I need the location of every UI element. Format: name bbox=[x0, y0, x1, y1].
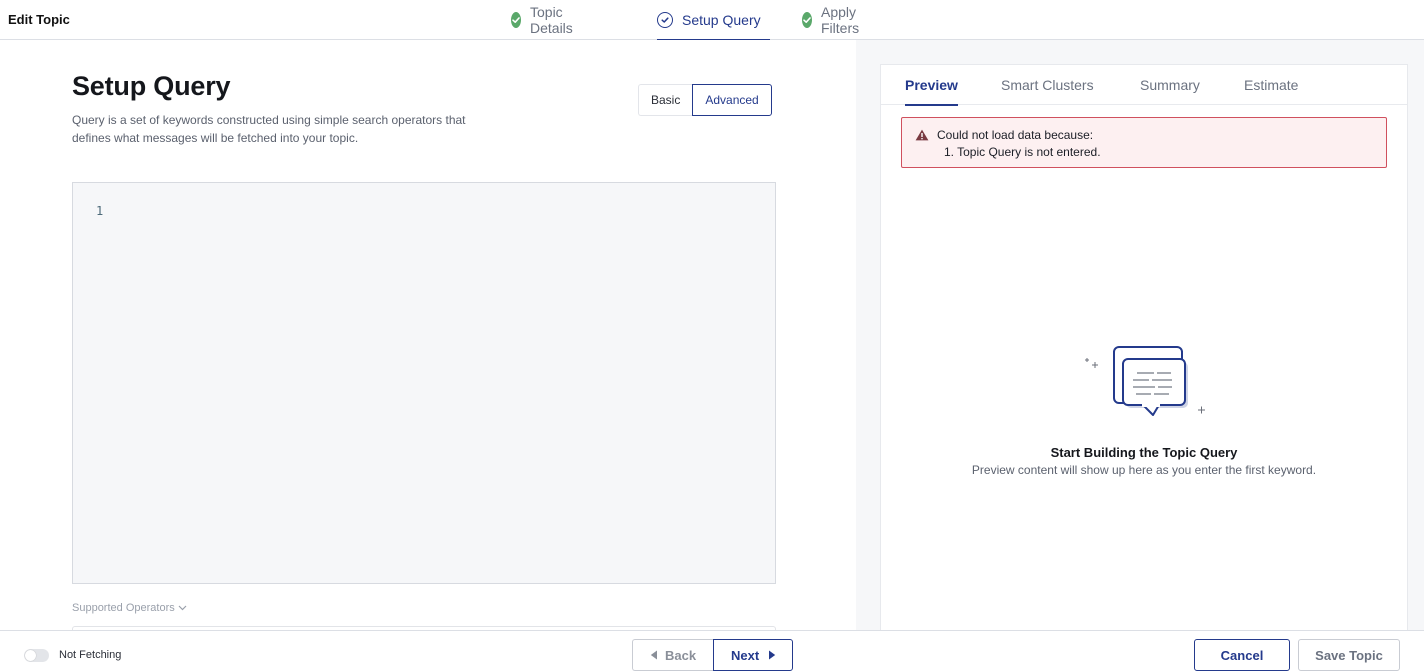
toggle-knob bbox=[25, 650, 36, 661]
basic-mode-button[interactable]: Basic bbox=[638, 84, 693, 116]
error-item: 1. Topic Query is not entered. bbox=[944, 145, 1101, 159]
query-mode-toggle: Basic Advanced bbox=[638, 84, 772, 116]
next-label: Next bbox=[731, 647, 760, 663]
chevron-down-icon bbox=[178, 605, 187, 611]
tab-label: Summary bbox=[1140, 77, 1200, 93]
tab-estimate[interactable]: Estimate bbox=[1244, 65, 1298, 105]
step-label: Apply Filters bbox=[821, 4, 860, 36]
tab-label: Preview bbox=[905, 77, 958, 93]
step-label: Topic Details bbox=[530, 4, 573, 36]
advanced-mode-button[interactable]: Advanced bbox=[692, 84, 772, 116]
wizard-navigation: Back Next bbox=[632, 639, 793, 671]
fetching-toggle[interactable] bbox=[24, 649, 49, 662]
step-topic-details[interactable]: Topic Details bbox=[511, 0, 579, 40]
query-editor[interactable]: 1 bbox=[72, 182, 776, 584]
tab-preview[interactable]: Preview bbox=[905, 65, 958, 106]
error-title: Could not load data because: bbox=[937, 128, 1094, 142]
chat-bubbles-illustration bbox=[1085, 346, 1205, 416]
save-topic-button[interactable]: Save Topic bbox=[1298, 639, 1400, 671]
page-title: Setup Query bbox=[72, 71, 231, 101]
check-circle-outline-icon bbox=[657, 12, 673, 28]
query-panel: Setup Query Query is a set of keywords c… bbox=[0, 40, 856, 636]
footer-bar: Not Fetching Back Next Cancel Save Topic bbox=[0, 630, 1424, 671]
back-label: Back bbox=[665, 647, 697, 663]
error-alert: Could not load data because: 1. Topic Qu… bbox=[901, 117, 1387, 168]
top-bar: Edit Topic Topic Details Setup Query App… bbox=[0, 0, 1424, 41]
page-heading: Edit Topic bbox=[8, 12, 70, 27]
next-button[interactable]: Next bbox=[713, 639, 793, 671]
supported-operators-toggle[interactable]: Supported Operators bbox=[72, 602, 187, 614]
caret-right-icon bbox=[769, 650, 776, 660]
empty-state-title: Start Building the Topic Query bbox=[1050, 445, 1238, 460]
warning-triangle-icon bbox=[915, 129, 929, 141]
active-tab-indicator bbox=[905, 104, 958, 106]
tab-label: Smart Clusters bbox=[1001, 77, 1094, 93]
step-setup-query[interactable]: Setup Query bbox=[657, 0, 770, 41]
tab-label: Estimate bbox=[1244, 77, 1299, 93]
supported-operators-label: Supported Operators bbox=[72, 602, 175, 614]
empty-state-description: Preview content will show up here as you… bbox=[971, 463, 1317, 477]
step-apply-filters[interactable]: Apply Filters bbox=[802, 0, 865, 40]
check-circle-icon bbox=[802, 12, 812, 28]
preview-tabs: Preview Smart Clusters Summary Estimate bbox=[881, 65, 1407, 106]
back-button[interactable]: Back bbox=[632, 639, 713, 671]
fetching-status-label: Not Fetching bbox=[59, 649, 122, 661]
tab-summary[interactable]: Summary bbox=[1140, 65, 1200, 105]
line-number: 1 bbox=[96, 204, 104, 218]
cancel-button[interactable]: Cancel bbox=[1194, 639, 1290, 671]
check-circle-icon bbox=[511, 12, 521, 28]
step-label: Setup Query bbox=[682, 12, 761, 28]
page-description: Query is a set of keywords constructed u… bbox=[72, 113, 466, 145]
caret-left-icon bbox=[650, 650, 657, 660]
preview-card: Preview Smart Clusters Summary Estimate … bbox=[880, 64, 1408, 630]
tab-smart-clusters[interactable]: Smart Clusters bbox=[1001, 65, 1094, 105]
